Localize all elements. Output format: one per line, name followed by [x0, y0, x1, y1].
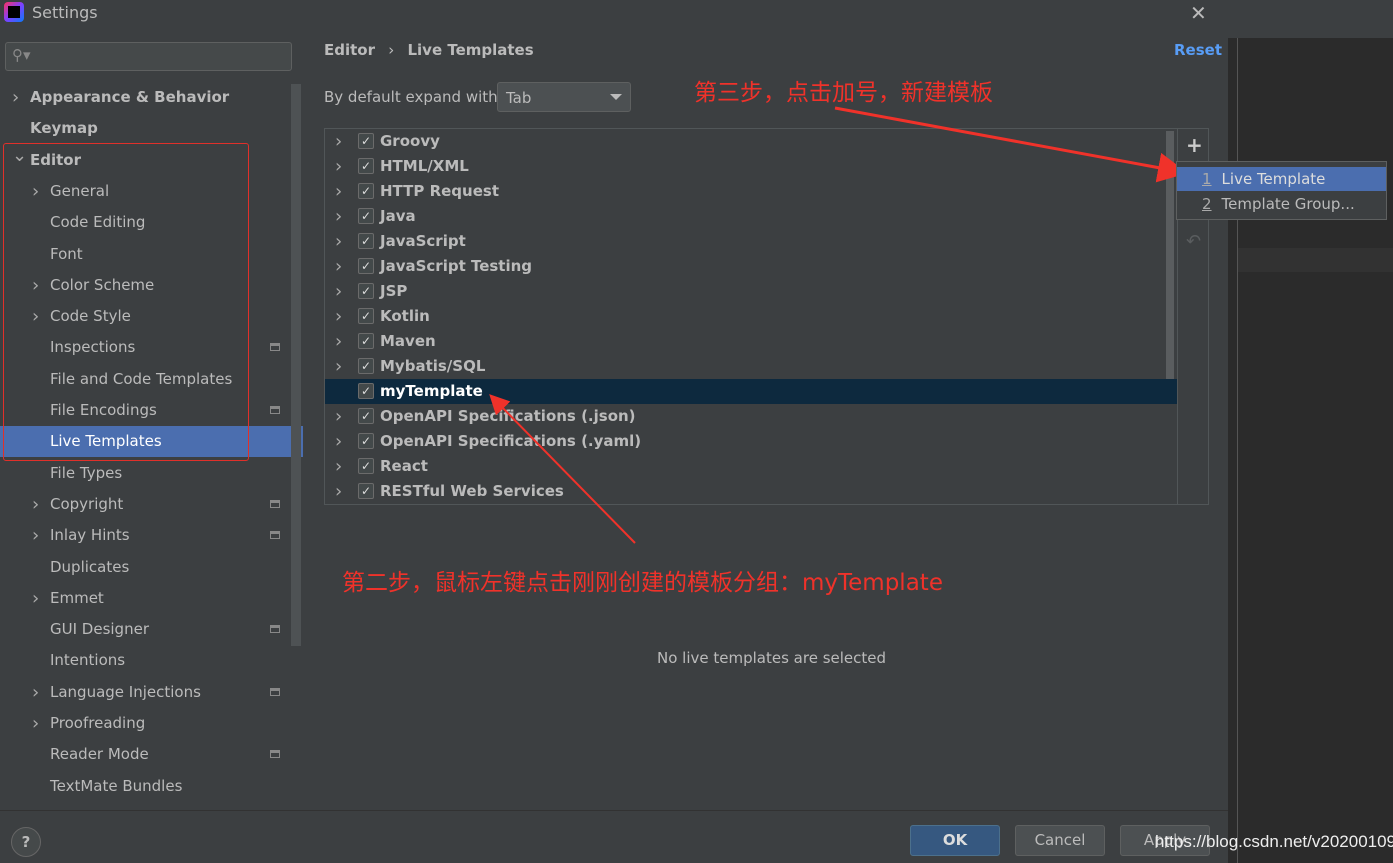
mnemonic-number: 1 [1202, 170, 1212, 188]
popup-menu-item[interactable]: 1 Live Template [1177, 167, 1386, 191]
arrow-to-add [834, 106, 1188, 183]
popup-menu-label: Template Group... [1221, 195, 1355, 213]
popup-menu-label: Live Template [1221, 170, 1326, 188]
annotation-arrows [489, 106, 1188, 544]
add-popup-menu: 1 Live Template 2 Template Group... [1176, 161, 1387, 220]
popup-menu-item[interactable]: 2 Template Group... [1177, 192, 1386, 216]
arrow-to-mytemplate [489, 394, 636, 544]
mnemonic-number: 2 [1202, 195, 1212, 213]
watermark: https://blog.csdn.net/v20200109 [1155, 832, 1393, 851]
